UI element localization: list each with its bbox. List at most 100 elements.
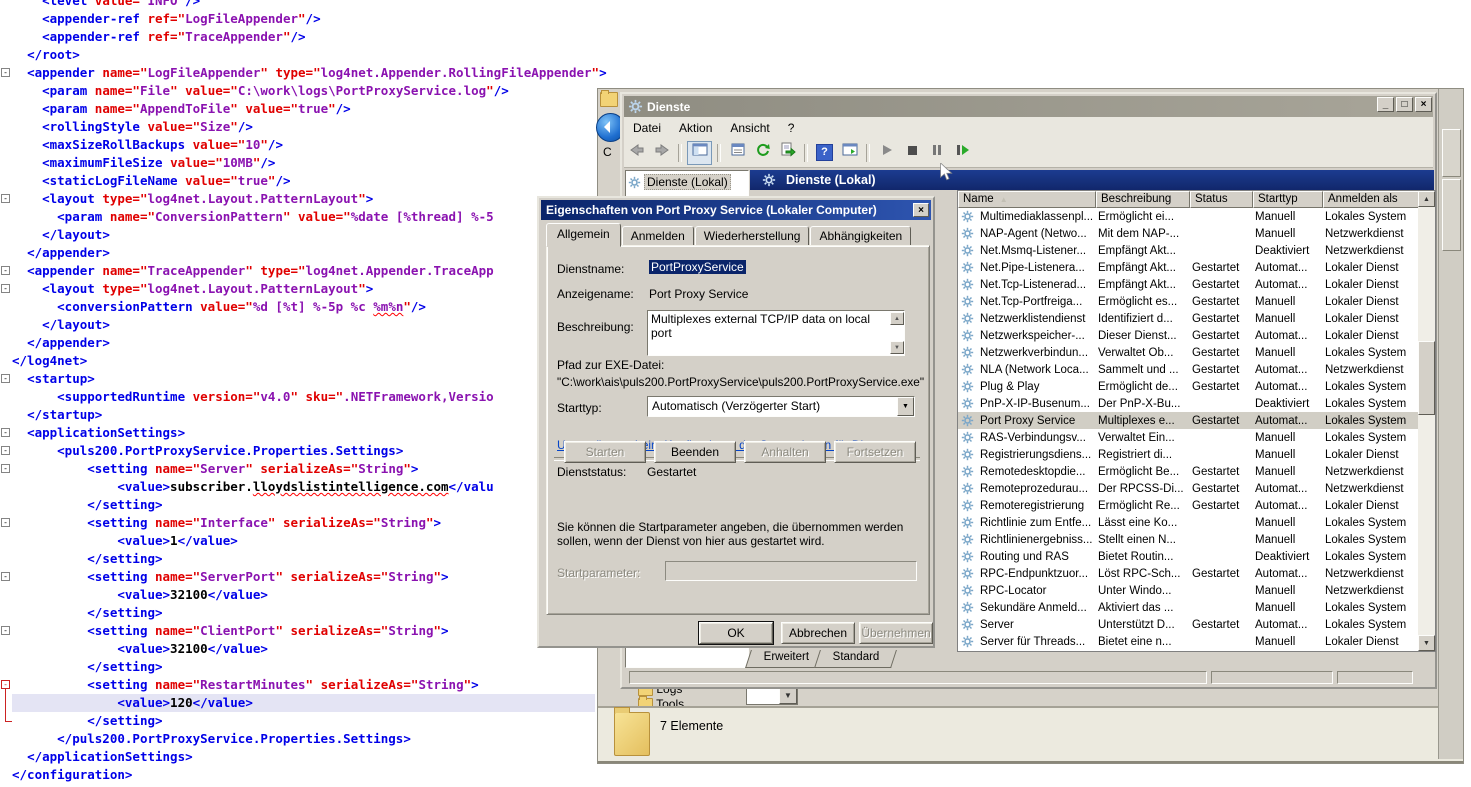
scroll-down-icon[interactable]: ▼	[890, 341, 904, 354]
fold-marker[interactable]: -	[1, 572, 10, 581]
startparameter-input[interactable]	[665, 561, 917, 581]
table-row[interactable]: Remoteprozedurau...Der RPCSS-Di...Gestar…	[958, 480, 1418, 497]
table-row[interactable]: Routing und RASBietet Routin...Deaktivie…	[958, 548, 1418, 565]
table-row[interactable]: NLA (Network Loca...Sammelt und ...Gesta…	[958, 361, 1418, 378]
code-line[interactable]: <param name="File" value="C:\work\logs\P…	[12, 82, 607, 100]
table-row[interactable]: Port Proxy ServiceMultiplexes e...Gestar…	[958, 412, 1418, 429]
table-row[interactable]: Netzwerkspeicher-...Dieser Dienst...Gest…	[958, 327, 1418, 344]
tree-node-dienste-lokal[interactable]: Dienste (Lokal)	[628, 174, 746, 190]
table-row[interactable]: ServerUnterstützt D...GestartetAutomat..…	[958, 616, 1418, 633]
code-line[interactable]: <value>subscriber.lloydslistintelligence…	[12, 478, 607, 496]
code-line[interactable]: <startup>	[12, 370, 607, 388]
column-header-status[interactable]: Status	[1190, 191, 1253, 208]
code-line[interactable]: </log4net>	[12, 352, 607, 370]
code-line[interactable]: <puls200.PortProxyService.Properties.Set…	[12, 442, 607, 460]
column-header-anmelden-als[interactable]: Anmelden als	[1323, 191, 1420, 208]
table-row[interactable]: Net.Msmq-Listener...Empfängt Akt...Deakt…	[958, 242, 1418, 259]
code-line[interactable]: <layout type="log4net.Layout.PatternLayo…	[12, 190, 607, 208]
tab-abhangigkeiten[interactable]: Abhängigkeiten	[810, 226, 911, 246]
menu-aktion[interactable]: Aktion	[670, 119, 721, 137]
scroll-down-icon[interactable]: ▼	[1418, 635, 1435, 651]
code-line[interactable]: </configuration>	[12, 766, 607, 784]
code-line[interactable]: <param name="ConversionPattern" value="%…	[12, 208, 607, 226]
table-row[interactable]: Richtlinie zum Entfe...Lässt eine Ko...M…	[958, 514, 1418, 531]
code-line[interactable]: <layout type="log4net.Layout.PatternLayo…	[12, 280, 607, 298]
code-line[interactable]: </layout>	[12, 226, 607, 244]
code-line[interactable]: <conversionPattern value="%d [%t] %-5p %…	[12, 298, 607, 316]
table-row[interactable]: Server für Threads...Bietet eine n...Man…	[958, 633, 1418, 650]
chevron-down-icon[interactable]: ▼	[779, 688, 797, 704]
code-line[interactable]: </puls200.PortProxyService.Properties.Se…	[12, 730, 607, 748]
code-line[interactable]: </layout>	[12, 316, 607, 334]
fold-marker[interactable]: -	[1, 464, 10, 473]
minimize-button[interactable]: _	[1377, 97, 1394, 112]
table-row[interactable]: PnP-X-IP-Busenum...Der PnP-X-Bu...Deakti…	[958, 395, 1418, 412]
fold-marker[interactable]: -	[1, 446, 10, 455]
table-row[interactable]: Net.Tcp-Listenerad...Empfängt Akt...Gest…	[958, 276, 1418, 293]
column-header-beschreibung[interactable]: Beschreibung	[1096, 191, 1190, 208]
vertical-scrollbar[interactable]: ▲ ▼	[1418, 191, 1435, 651]
code-line[interactable]: <rollingStyle value="Size"/>	[12, 118, 607, 136]
table-row[interactable]: Net.Pipe-Listenera...Empfängt Akt...Gest…	[958, 259, 1418, 276]
code-line[interactable]: </applicationSettings>	[12, 748, 607, 766]
services-titlebar[interactable]: Dienste	[624, 96, 1433, 117]
code-line[interactable]: </setting>	[12, 658, 607, 676]
code-line[interactable]: <appender name="TraceAppender" type="log…	[12, 262, 607, 280]
fold-marker-red[interactable]: -	[1, 680, 10, 689]
table-row[interactable]: RemoteregistrierungErmöglicht Re...Gesta…	[958, 497, 1418, 514]
column-header-name[interactable]: Name▲	[958, 191, 1096, 208]
table-row[interactable]: Remotedesktopdie...Ermöglicht Be...Gesta…	[958, 463, 1418, 480]
table-row[interactable]: Plug & PlayErmöglicht de...GestartetAuto…	[958, 378, 1418, 395]
tab-anmelden[interactable]: Anmelden	[622, 226, 694, 246]
tab-wiederherstellung[interactable]: Wiederherstellung	[695, 226, 810, 246]
fold-marker[interactable]: -	[1, 374, 10, 383]
table-row[interactable]: Net.Tcp-Portfreiga...Ermöglicht es...Ges…	[958, 293, 1418, 310]
abbrechen-button[interactable]: Abbrechen	[781, 622, 855, 644]
close-icon[interactable]: ×	[913, 203, 929, 217]
table-row[interactable]: Registrierungsdiens...Registriert di...M…	[958, 446, 1418, 463]
chevron-down-icon[interactable]: ▼	[897, 397, 914, 416]
tab-allgemein[interactable]: Allgemein	[546, 223, 621, 247]
show-console-tree-button[interactable]	[687, 141, 712, 165]
code-line[interactable]: </setting>	[12, 604, 607, 622]
properties-button[interactable]	[726, 142, 749, 164]
menu-help[interactable]: ?	[779, 119, 804, 137]
code-line[interactable]: <maxSizeRollBackups value="10"/>	[12, 136, 607, 154]
code-line[interactable]: </setting>	[12, 712, 607, 730]
code-line[interactable]: <appender-ref ref="TraceAppender"/>	[12, 28, 607, 46]
code-line[interactable]: <appender-ref ref="LogFileAppender"/>	[12, 10, 607, 28]
table-row[interactable]: Sekundäre Anmeld...Aktiviert das ...Manu…	[958, 599, 1418, 616]
code-line[interactable]: </appender>	[12, 244, 607, 262]
table-row[interactable]: NetzwerklistendienstIdentifiziert d...Ge…	[958, 310, 1418, 327]
export-list-button[interactable]	[776, 142, 799, 164]
code-line[interactable]: </startup>	[12, 406, 607, 424]
forward-button[interactable]	[650, 142, 673, 164]
fold-marker[interactable]: -	[1, 428, 10, 437]
table-row[interactable]: NAP-Agent (Netwo...Mit dem NAP-...Manuel…	[958, 225, 1418, 242]
scroll-up-icon[interactable]: ▲	[1418, 191, 1435, 207]
explorer-combo[interactable]: ▼	[746, 687, 798, 705]
code-line[interactable]: <setting name="ClientPort" serializeAs="…	[12, 622, 607, 640]
refresh-button[interactable]	[751, 142, 774, 164]
menu-ansicht[interactable]: Ansicht	[721, 119, 778, 137]
code-line[interactable]: <appender name="LogFileAppender" type="l…	[12, 64, 607, 82]
fold-marker[interactable]: -	[1, 518, 10, 527]
close-button[interactable]: ×	[1415, 97, 1432, 112]
restart-service-button[interactable]	[950, 142, 973, 164]
table-row[interactable]: RPC-LocatorUnter Windo...ManuellNetzwerk…	[958, 582, 1418, 599]
code-line[interactable]: </setting>	[12, 550, 607, 568]
code-line[interactable]: <supportedRuntime version="v4.0" sku=".N…	[12, 388, 607, 406]
code-line[interactable]: </root>	[12, 46, 607, 64]
beenden-button[interactable]: Beenden	[654, 441, 736, 463]
fold-marker[interactable]: -	[1, 194, 10, 203]
code-line[interactable]: </setting>	[12, 496, 607, 514]
code-line[interactable]: <value>32100</value>	[12, 640, 607, 658]
scroll-up-icon[interactable]: ▲	[890, 312, 904, 325]
fold-marker[interactable]: -	[1, 626, 10, 635]
ok-button[interactable]: OK	[699, 622, 773, 644]
code-line[interactable]: <setting name="RestartMinutes" serialize…	[12, 676, 607, 694]
fold-marker[interactable]: -	[1, 266, 10, 275]
starttyp-select[interactable]: Automatisch (Verzögerter Start) ▼	[647, 396, 915, 417]
code-line[interactable]: <value>120</value>	[12, 694, 595, 712]
dienstname-value[interactable]: PortProxyService	[649, 260, 746, 274]
